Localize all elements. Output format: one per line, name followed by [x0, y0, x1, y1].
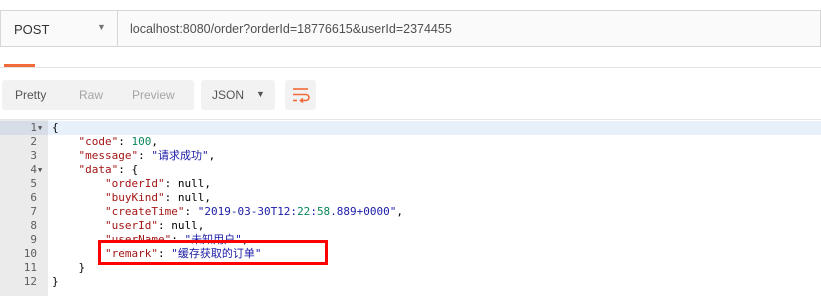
highlight-annotation [98, 240, 328, 265]
line-number: 5 [30, 177, 37, 190]
line-number-cell: 5 [0, 177, 48, 191]
code-line: 7 "createTime": "2019-03-30T12:22:58.889… [0, 205, 821, 219]
line-number-cell: 9 [0, 233, 48, 247]
line-number: 9 [30, 233, 37, 246]
line-number: 4 [30, 163, 37, 176]
code-line: 6 "buyKind": null, [0, 191, 821, 205]
line-number-cell: 7 [0, 205, 48, 219]
code-text: } [52, 261, 86, 274]
method-label: POST [14, 22, 50, 37]
line-number-cell: 8 [0, 219, 48, 233]
fold-toggle-icon[interactable]: ▼ [38, 163, 42, 177]
line-number: 12 [23, 275, 37, 288]
url-input[interactable]: localhost:8080/order?orderId=18776615&us… [117, 10, 821, 47]
code-text: "code": 100, [78, 135, 159, 148]
divider [0, 67, 821, 68]
line-number-cell: 3 [0, 149, 48, 163]
line-number-cell: 1 ▼ [0, 121, 48, 135]
line-number: 11 [23, 261, 37, 274]
code-line: 8 "userId": null, [0, 219, 821, 233]
code-text: { [52, 121, 59, 134]
request-bar: POST ▼ localhost:8080/order?orderId=1877… [0, 0, 821, 58]
view-mode-group: Pretty Raw Preview [2, 80, 194, 110]
code-line: 12} [0, 275, 821, 289]
code-line: 5 "orderId": null, [0, 177, 821, 191]
code-text: "orderId": null, [104, 177, 211, 190]
format-label: JSON [212, 88, 245, 102]
code-text: "createTime": "2019-03-30T12:22:58.889+0… [104, 205, 404, 218]
line-number: 10 [23, 247, 37, 260]
code-text: "message": "请求成功", [78, 149, 216, 162]
wrap-lines-button[interactable] [285, 80, 316, 110]
line-number: 8 [30, 219, 37, 232]
line-number-cell: 10 [0, 247, 48, 261]
line-number-cell: 2 [0, 135, 48, 149]
code-text: } [52, 275, 59, 288]
line-number-cell: 12 [0, 275, 48, 289]
format-select[interactable]: JSON ▼ [201, 80, 275, 110]
code-line: 3 "message": "请求成功", [0, 149, 821, 163]
preview-button[interactable]: Preview [132, 88, 175, 102]
line-number: 1 [30, 121, 37, 134]
line-number: 6 [30, 191, 37, 204]
wrap-lines-icon [293, 88, 310, 104]
method-select[interactable]: POST ▼ [0, 10, 118, 47]
chevron-down-icon: ▼ [97, 22, 106, 32]
code-line: 1 ▼ { [0, 121, 821, 135]
line-number-cell: 11 [0, 261, 48, 275]
code-text: "data": { [78, 163, 139, 176]
line-number: 2 [30, 135, 37, 148]
fold-toggle-icon[interactable]: ▼ [38, 121, 42, 135]
chevron-down-icon: ▼ [256, 89, 265, 99]
line-number: 3 [30, 149, 37, 162]
line-number-cell: 6 [0, 191, 48, 205]
line-number-cell: 4 ▼ [0, 163, 48, 177]
raw-button[interactable]: Raw [79, 88, 103, 102]
response-body[interactable]: 1 ▼{2 "code": 100, 3 "message": "请求成功", 4 ▼ … [0, 119, 821, 296]
code-text: "userId": null, [104, 219, 205, 232]
pretty-button[interactable]: Pretty [15, 88, 46, 102]
url-text: localhost:8080/order?orderId=18776615&us… [130, 22, 452, 36]
code-line: 4 ▼ "data": { [0, 163, 821, 177]
line-number: 7 [30, 205, 37, 218]
code-text: "buyKind": null, [104, 191, 211, 204]
code-line: 2 "code": 100, [0, 135, 821, 149]
